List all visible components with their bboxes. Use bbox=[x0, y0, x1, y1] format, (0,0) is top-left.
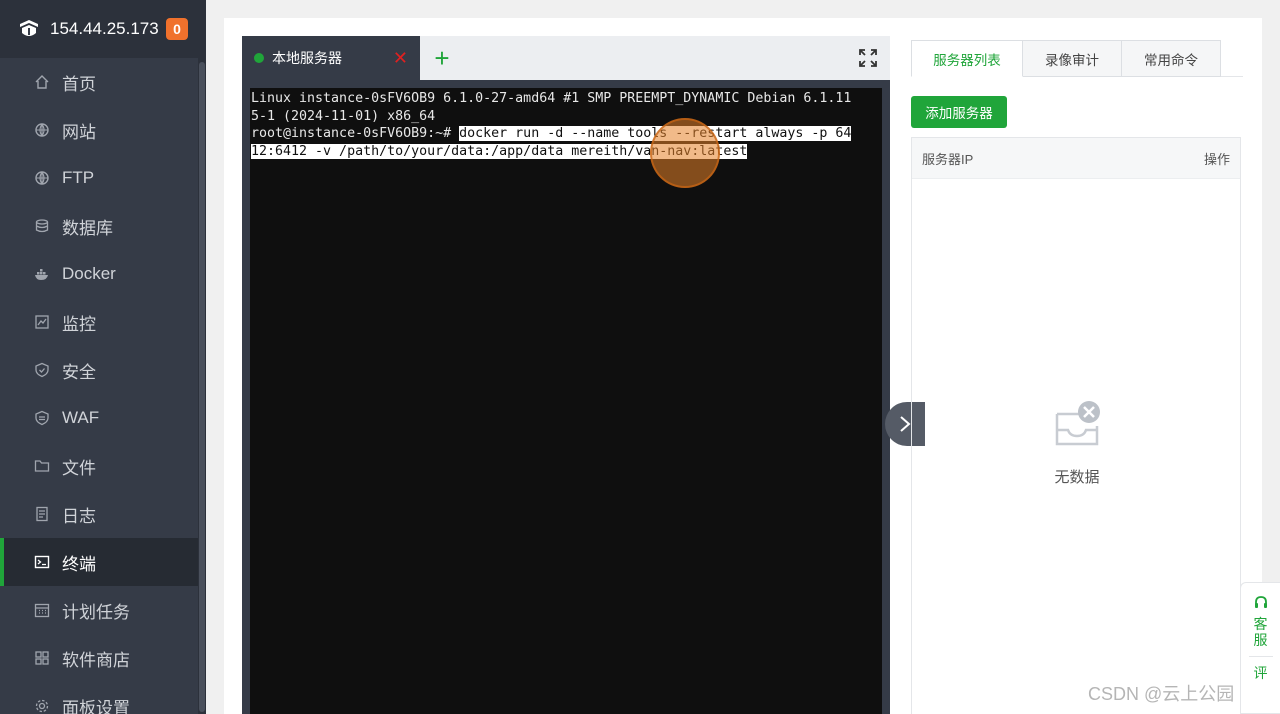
sidebar-item-security[interactable]: 安全 bbox=[0, 346, 206, 394]
sidebar-item-website[interactable]: 网站 bbox=[0, 106, 206, 154]
sidebar-item-label: 日志 bbox=[62, 506, 96, 526]
terminal-panel: 本地服务器 ✕ + Linux instance-0sFV6OB9 6.1.0-… bbox=[242, 36, 925, 714]
click-indicator bbox=[650, 118, 720, 188]
sidebar-scrollbar-thumb[interactable] bbox=[199, 62, 205, 712]
sidebar-item-label: 网站 bbox=[62, 122, 96, 142]
globe-icon bbox=[34, 170, 50, 186]
gear-icon bbox=[34, 698, 50, 714]
sidebar-item-cron[interactable]: 计划任务 bbox=[0, 586, 206, 634]
sidebar-item-files[interactable]: 文件 bbox=[0, 442, 206, 490]
sidebar-item-label: 终端 bbox=[62, 554, 96, 574]
terminal-line: 12:6412 -v /path/to/your/data:/app/data … bbox=[251, 143, 881, 161]
close-icon[interactable]: ✕ bbox=[393, 48, 408, 69]
docker-icon bbox=[34, 266, 50, 282]
review-button[interactable]: 评 bbox=[1253, 665, 1269, 681]
empty-state-text: 无数据 bbox=[1054, 469, 1100, 486]
status-dot-icon bbox=[254, 53, 264, 63]
terminal-line: root@instance-0sFV6OB9:~# docker run -d … bbox=[251, 125, 881, 143]
panel-logo-icon bbox=[18, 18, 40, 40]
grid-icon bbox=[34, 650, 50, 666]
chart-icon bbox=[34, 314, 50, 330]
sidebar-item-store[interactable]: 软件商店 bbox=[0, 634, 206, 682]
add-tab-button[interactable]: + bbox=[420, 36, 464, 80]
sidebar-item-label: 计划任务 bbox=[62, 602, 130, 622]
column-header-ip: 服务器IP bbox=[922, 151, 974, 167]
sidebar-header: 154.44.25.173 0 bbox=[0, 0, 206, 58]
sidebar-item-label: 面板设置 bbox=[62, 698, 130, 714]
tab-common-commands[interactable]: 常用命令 bbox=[1122, 40, 1221, 77]
sidebar-item-docker[interactable]: Docker bbox=[0, 250, 206, 298]
shield-icon bbox=[34, 362, 50, 378]
terminal-frame: Linux instance-0sFV6OB9 6.1.0-27-amd64 #… bbox=[242, 80, 890, 714]
sidebar-item-label: 数据库 bbox=[62, 218, 113, 238]
empty-state: 无数据 bbox=[912, 400, 1242, 487]
sidebar-item-logs[interactable]: 日志 bbox=[0, 490, 206, 538]
folder-icon bbox=[34, 458, 50, 474]
waf-shield-icon bbox=[34, 410, 50, 426]
database-icon bbox=[34, 218, 50, 234]
globe-icon bbox=[34, 122, 50, 138]
tab-recording-audit[interactable]: 录像审计 bbox=[1023, 40, 1122, 77]
notification-badge[interactable]: 0 bbox=[166, 18, 188, 40]
sidebar-menu: 首页 网站 FTP 数据库 Docker 监控 安全 WAF 文件 日志 终端 … bbox=[0, 58, 206, 714]
fullscreen-icon[interactable] bbox=[846, 36, 890, 80]
sidebar-item-terminal[interactable]: 终端 bbox=[0, 538, 206, 586]
home-icon bbox=[34, 74, 50, 90]
sidebar-item-home[interactable]: 首页 bbox=[0, 58, 206, 106]
terminal-tab-local-server[interactable]: 本地服务器 ✕ bbox=[242, 36, 420, 80]
customer-service-button[interactable]: 客服 bbox=[1253, 616, 1269, 648]
headset-icon[interactable] bbox=[1253, 595, 1269, 616]
sidebar-item-ftp[interactable]: FTP bbox=[0, 154, 206, 202]
sidebar-item-label: 安全 bbox=[62, 362, 96, 382]
terminal-icon bbox=[34, 554, 50, 570]
server-table: 服务器IP 操作 无数据 bbox=[911, 137, 1241, 714]
sidebar-scrollbar[interactable] bbox=[198, 58, 206, 714]
sidebar-item-monitor[interactable]: 监控 bbox=[0, 298, 206, 346]
tabbar-spacer bbox=[464, 36, 846, 80]
terminal-line: 5-1 (2024-11-01) x86_64 bbox=[251, 108, 436, 124]
table-header: 服务器IP 操作 bbox=[912, 138, 1240, 179]
sidebar-item-label: 文件 bbox=[62, 458, 96, 478]
sidebar-item-label: 首页 bbox=[62, 74, 96, 94]
terminal-line: Linux instance-0sFV6OB9 6.1.0-27-amd64 #… bbox=[251, 91, 852, 106]
sidebar-item-database[interactable]: 数据库 bbox=[0, 202, 206, 250]
right-panel-tabs: 服务器列表 录像审计 常用命令 bbox=[911, 40, 1243, 77]
sidebar: 154.44.25.173 0 首页 网站 FTP 数据库 Docker 监控 … bbox=[0, 0, 206, 714]
column-header-action: 操作 bbox=[1203, 151, 1230, 167]
divider bbox=[1248, 656, 1273, 657]
terminal-tab-label: 本地服务器 bbox=[272, 50, 342, 66]
add-server-button[interactable]: 添加服务器 bbox=[911, 96, 1007, 128]
tab-server-list[interactable]: 服务器列表 bbox=[911, 40, 1023, 77]
server-ip: 154.44.25.173 bbox=[50, 19, 159, 38]
sidebar-item-label: 软件商店 bbox=[62, 650, 130, 670]
empty-box-icon bbox=[1051, 400, 1103, 452]
sidebar-item-label: Docker bbox=[62, 264, 116, 283]
sidebar-item-label: WAF bbox=[62, 408, 100, 427]
sidebar-item-settings[interactable]: 面板设置 bbox=[0, 682, 206, 714]
sidebar-item-label: 监控 bbox=[62, 314, 96, 334]
sidebar-item-waf[interactable]: WAF bbox=[0, 394, 206, 442]
floating-help-bar: 客服 评 bbox=[1240, 582, 1280, 714]
terminal-screen[interactable]: Linux instance-0sFV6OB9 6.1.0-27-amd64 #… bbox=[250, 88, 882, 714]
watermark: CSDN @云上公园 bbox=[1088, 684, 1235, 704]
terminal-tabbar: 本地服务器 ✕ + bbox=[242, 36, 890, 80]
sidebar-item-label: FTP bbox=[62, 168, 95, 187]
main-panel: 本地服务器 ✕ + Linux instance-0sFV6OB9 6.1.0-… bbox=[224, 18, 1262, 714]
log-icon bbox=[34, 506, 50, 522]
calendar-icon bbox=[34, 602, 50, 618]
terminal-prompt: root@instance-0sFV6OB9:~# bbox=[251, 126, 460, 141]
